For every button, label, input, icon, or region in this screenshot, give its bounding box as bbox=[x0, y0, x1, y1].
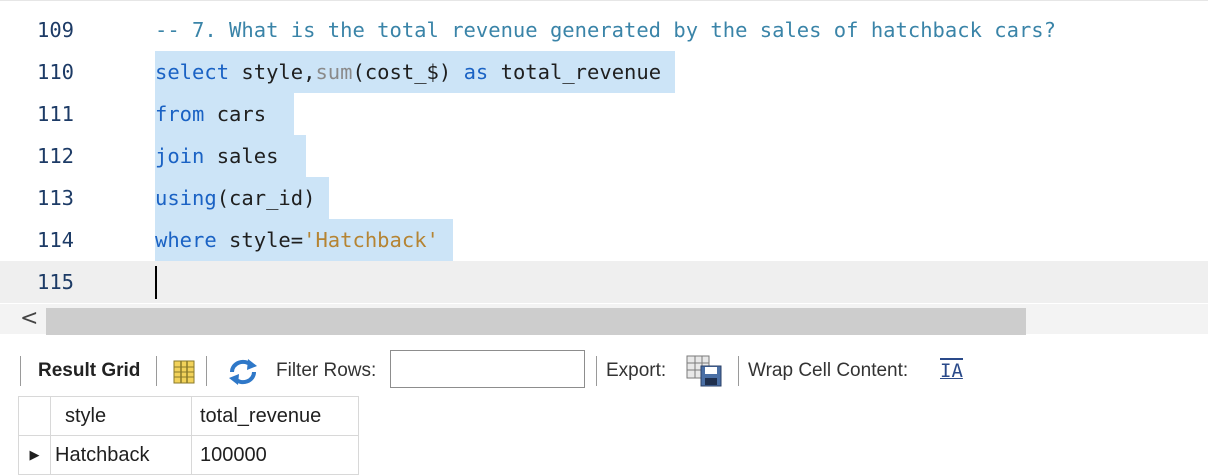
line-number: 114 bbox=[37, 228, 75, 252]
row-marker-icon[interactable]: ▶ bbox=[18, 435, 51, 475]
header-row: style total_revenue bbox=[18, 396, 359, 436]
code-token: sales bbox=[204, 144, 279, 168]
code-line[interactable]: using(car_id) bbox=[155, 177, 330, 219]
code-token: select bbox=[155, 60, 230, 84]
wrap-cell-content-label: Wrap Cell Content: bbox=[748, 360, 909, 381]
line-number: 109 bbox=[37, 18, 75, 42]
column-header-total-revenue[interactable]: total_revenue bbox=[191, 396, 359, 436]
code-token: join bbox=[155, 144, 205, 168]
export-label: Export: bbox=[606, 360, 667, 381]
grid-layout-icon[interactable] bbox=[172, 359, 198, 385]
code-line-comment[interactable]: -- 7. What is the total revenue generate… bbox=[155, 9, 1056, 51]
text-cursor bbox=[155, 266, 157, 299]
wrap-cell-icon[interactable]: IA bbox=[940, 358, 963, 382]
code-line[interactable]: select style,sum(cost_$) as total_revenu… bbox=[155, 51, 676, 93]
sql-editor[interactable]: 109 -- 7. What is the total revenue gene… bbox=[0, 0, 1208, 305]
editor-line: 109 -- 7. What is the total revenue gene… bbox=[0, 9, 1208, 51]
editor-line-current: 115 bbox=[0, 261, 1208, 303]
code-token: -- 7. What is the total revenue generate… bbox=[155, 18, 1056, 42]
filter-rows-input[interactable] bbox=[390, 350, 585, 388]
refresh-icon[interactable] bbox=[226, 357, 260, 387]
line-number: 110 bbox=[37, 60, 75, 84]
code-line[interactable]: from cars bbox=[155, 93, 295, 135]
code-token: 'Hatchback' bbox=[303, 228, 439, 252]
editor-line: 111 from cars bbox=[0, 93, 1208, 135]
cell-style[interactable]: Hatchback bbox=[50, 435, 192, 475]
toolbar-divider bbox=[156, 356, 157, 386]
editor-line: 114 where style='Hatchback' bbox=[0, 219, 1208, 261]
line-number: 112 bbox=[37, 144, 75, 168]
toolbar-divider bbox=[738, 356, 739, 386]
line-number: 113 bbox=[37, 186, 75, 210]
code-token: total_revenue bbox=[488, 60, 662, 84]
toolbar-divider bbox=[20, 356, 21, 386]
line-number: 111 bbox=[37, 102, 75, 126]
export-icon[interactable] bbox=[685, 354, 725, 388]
result-grid: style total_revenue ▶ Hatchback 100000 bbox=[18, 396, 359, 475]
toolbar-divider bbox=[206, 356, 207, 386]
editor-line: 110 select style,sum(cost_$) as total_re… bbox=[0, 51, 1208, 93]
code-line[interactable]: where style='Hatchback' bbox=[155, 219, 453, 261]
code-token: as bbox=[463, 60, 489, 84]
result-toolbar: Result Grid Filter Rows: Export: Wrap Ce… bbox=[0, 342, 1208, 398]
table-row[interactable]: ▶ Hatchback 100000 bbox=[18, 435, 359, 475]
code-token: from bbox=[155, 102, 205, 126]
horizontal-scrollbar[interactable]: < bbox=[0, 304, 1208, 335]
code-token: where bbox=[155, 228, 217, 252]
code-token: (cost_$) bbox=[352, 60, 464, 84]
code-token: cars bbox=[204, 102, 267, 126]
cell-total-revenue[interactable]: 100000 bbox=[191, 435, 359, 475]
column-header-style[interactable]: style bbox=[50, 396, 192, 436]
filter-rows-label: Filter Rows: bbox=[276, 360, 377, 381]
code-token: (car_id) bbox=[216, 186, 316, 210]
row-header-corner bbox=[18, 396, 51, 436]
editor-line: 113 using(car_id) bbox=[0, 177, 1208, 219]
editor-line: 112 join sales bbox=[0, 135, 1208, 177]
code-token: using bbox=[155, 186, 217, 210]
code-line[interactable]: join sales bbox=[155, 135, 307, 177]
code-token: sum bbox=[315, 60, 353, 84]
code-token: style= bbox=[216, 228, 304, 252]
toolbar-divider bbox=[596, 356, 597, 386]
line-number: 115 bbox=[37, 270, 75, 294]
scroll-left-icon[interactable]: < bbox=[20, 306, 38, 332]
result-grid-tab[interactable]: Result Grid bbox=[38, 358, 140, 384]
scrollbar-thumb[interactable] bbox=[46, 308, 1026, 335]
code-token: style, bbox=[229, 60, 316, 84]
